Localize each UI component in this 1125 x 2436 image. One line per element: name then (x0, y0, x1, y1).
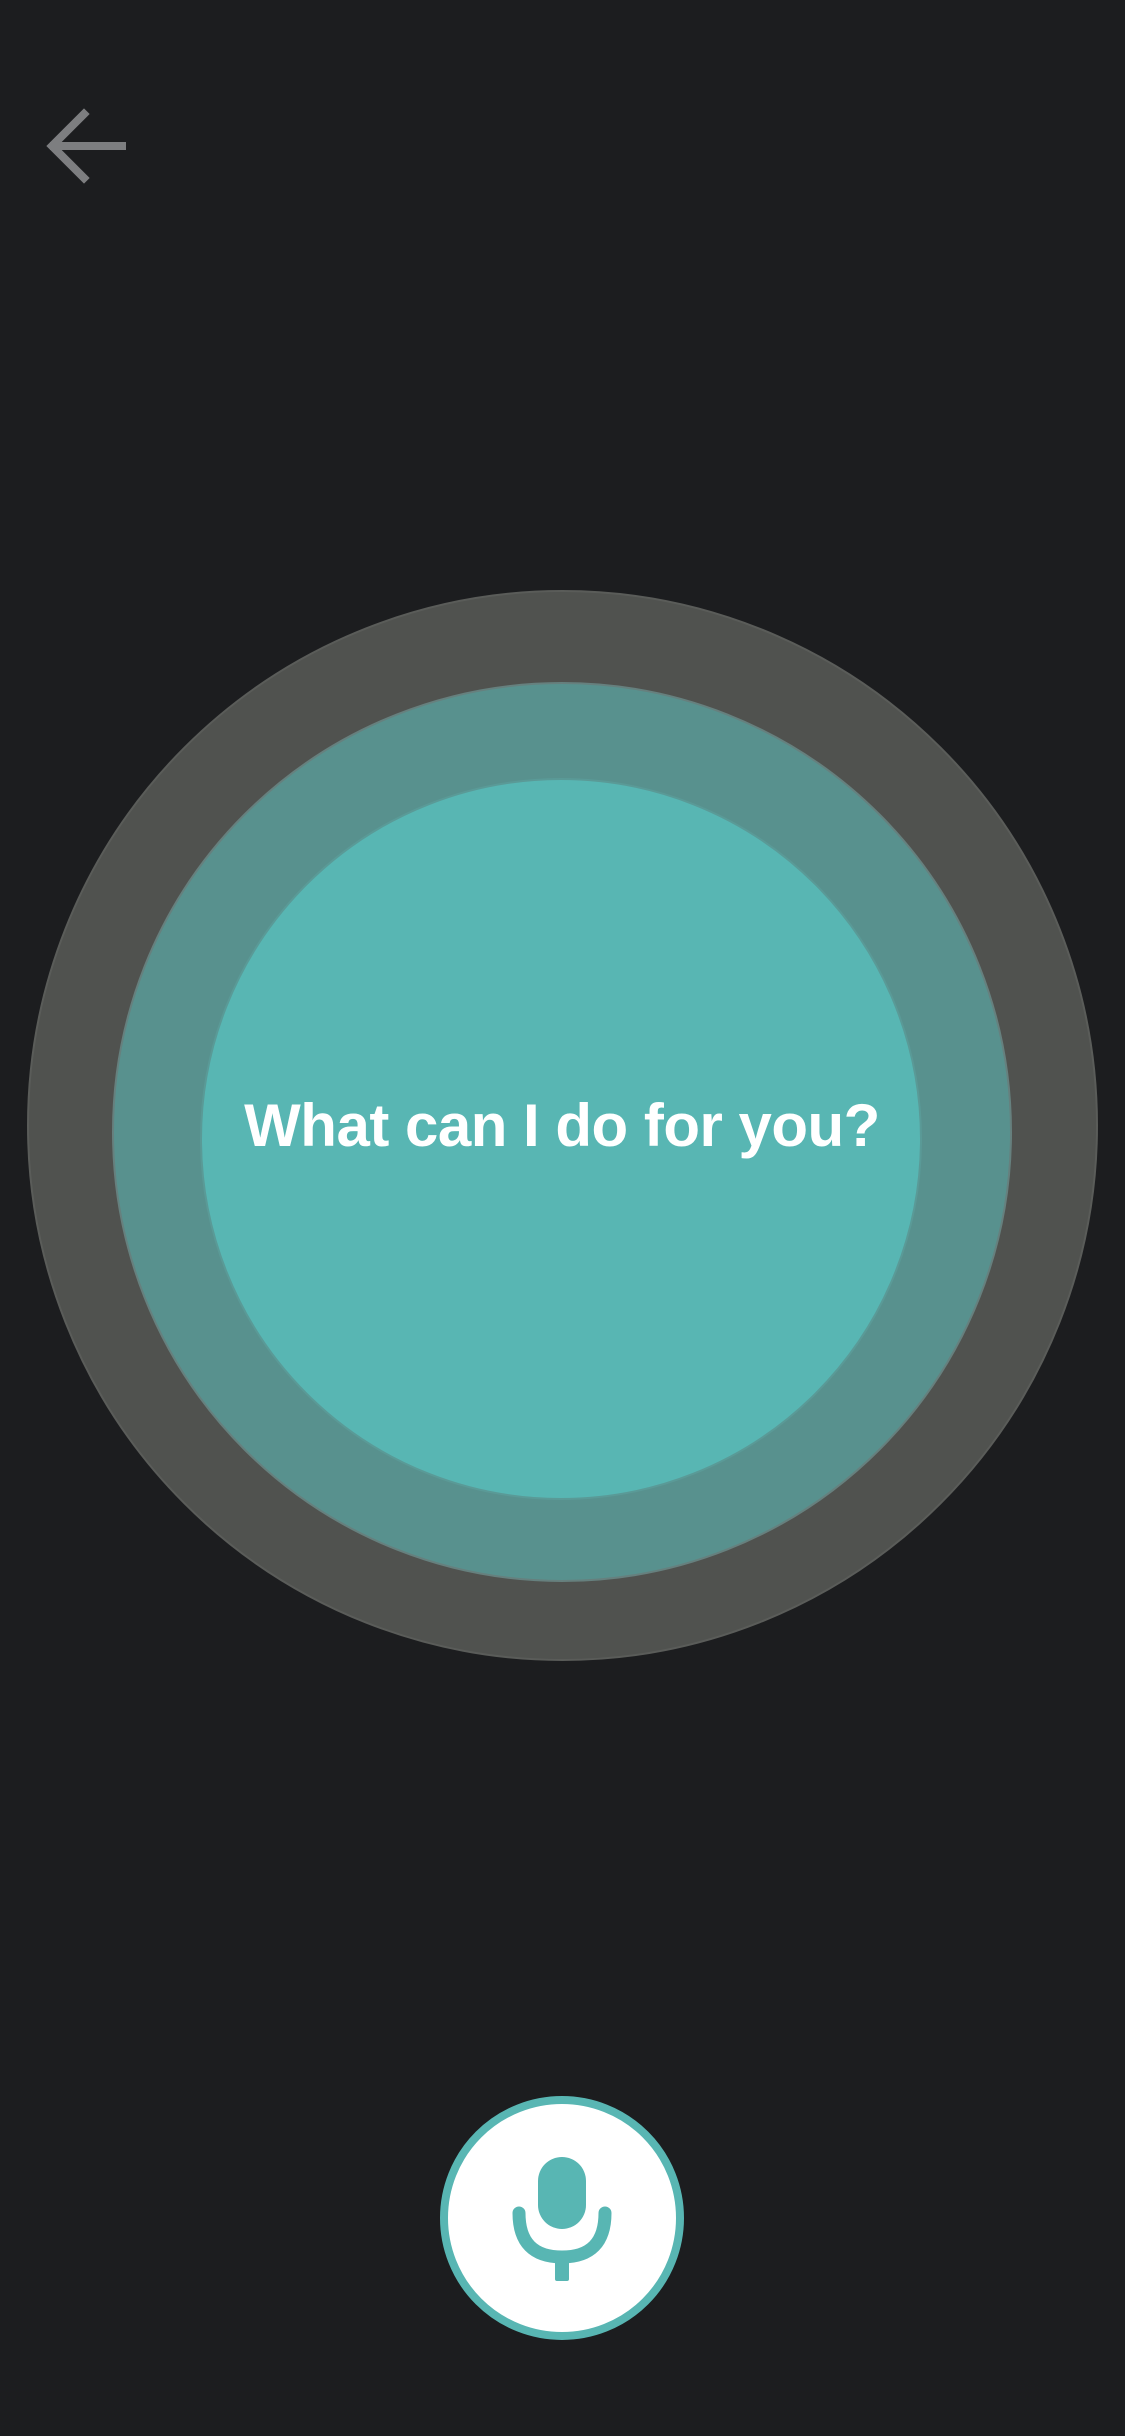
listening-rings: What can I do for you? (0, 0, 1125, 2436)
microphone-button[interactable] (440, 2096, 684, 2340)
back-button[interactable] (40, 100, 132, 192)
arrow-left-icon (44, 104, 128, 188)
voice-assistant-screen: What can I do for you? (0, 0, 1125, 2436)
microphone-icon (507, 2153, 617, 2283)
assistant-prompt: What can I do for you? (244, 1092, 880, 1159)
